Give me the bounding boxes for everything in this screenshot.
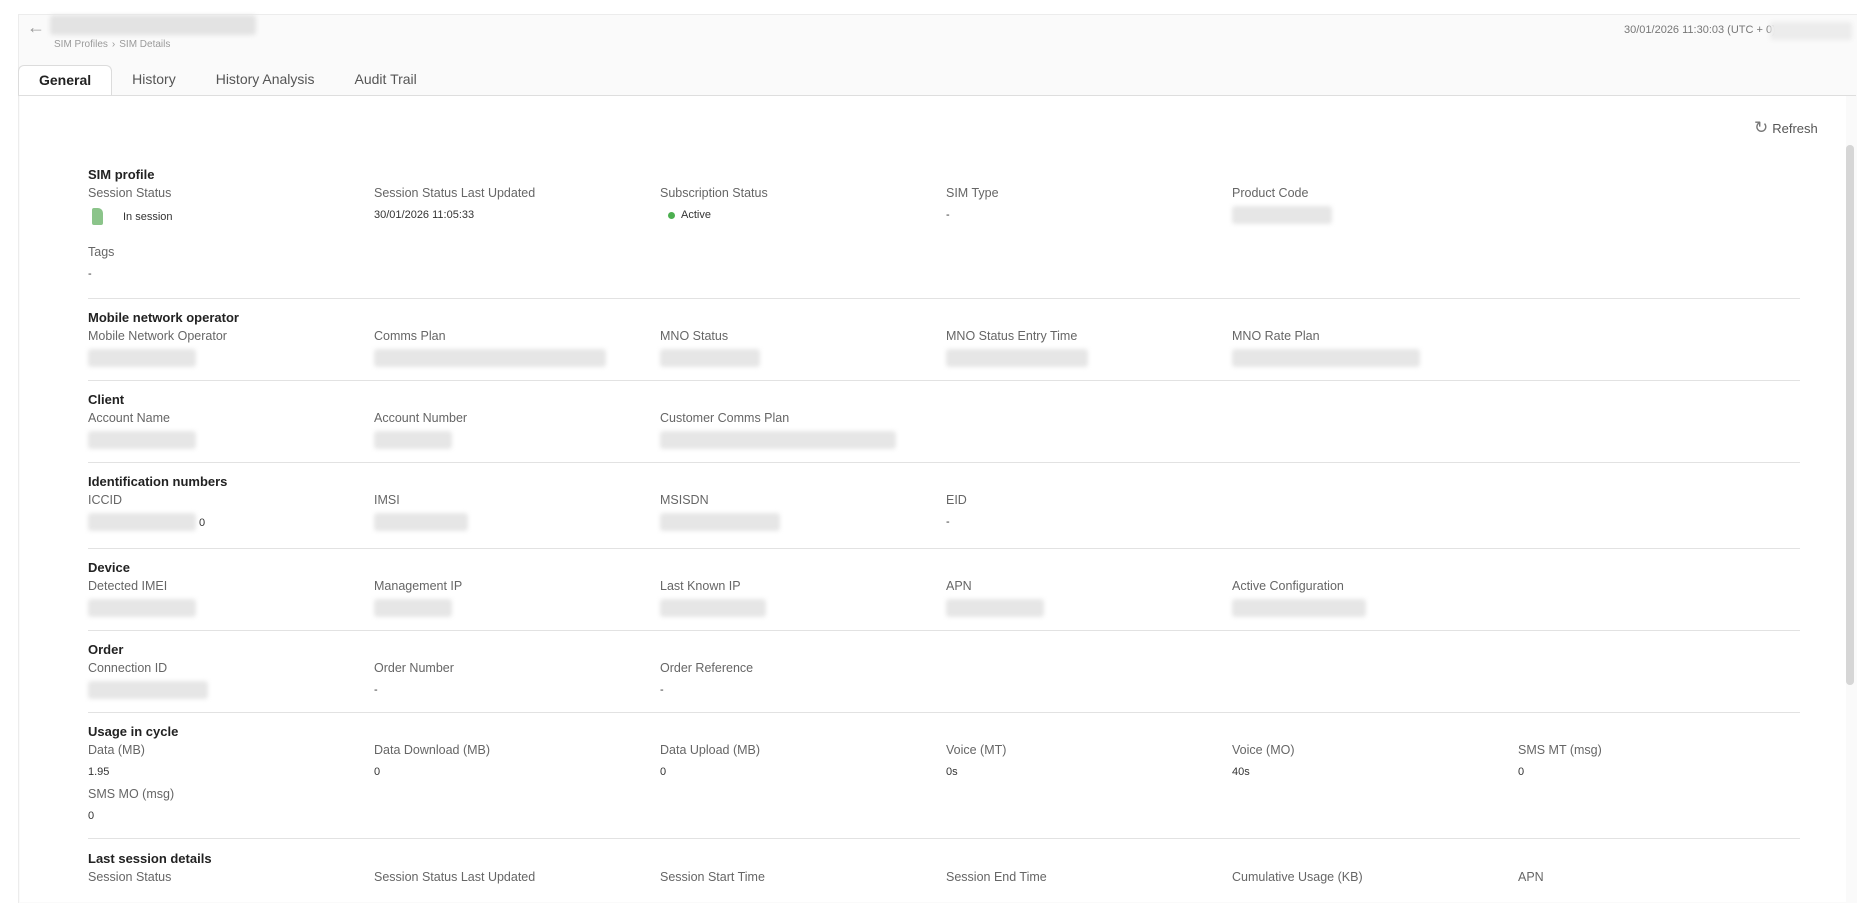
breadcrumb: SIM Profiles › SIM Details	[54, 39, 170, 50]
tab-audit-trail[interactable]: Audit Trail	[335, 65, 437, 95]
section-divider	[88, 630, 1800, 631]
redacted-value	[88, 513, 196, 531]
section-divider	[88, 380, 1800, 381]
refresh-icon: ↻	[1754, 118, 1769, 137]
redacted-value	[88, 681, 208, 699]
field-connection-id: Connection ID	[88, 661, 348, 699]
section-title: SIM profile	[88, 167, 155, 182]
field-session-start-time: Session Start Time	[660, 870, 765, 884]
section-title: Last session details	[88, 851, 212, 866]
field-session-end-time: Session End Time	[946, 870, 1047, 884]
redacted-value	[374, 513, 468, 531]
field-account-number: Account Number	[374, 411, 634, 449]
iccid-tail: 0	[199, 517, 206, 529]
redacted-value	[88, 599, 196, 617]
redacted-value	[374, 349, 606, 367]
sim-title-redacted	[50, 15, 256, 35]
field-account-name: Account Name	[88, 411, 348, 449]
field-detected-imei: Detected IMEI	[88, 579, 348, 617]
section-title: Usage in cycle	[88, 724, 179, 739]
field-sim-type: SIM Type -	[946, 186, 999, 221]
redacted-value	[1232, 349, 1420, 367]
field-mno-rate-plan: MNO Rate Plan	[1232, 329, 1492, 367]
tab-history[interactable]: History	[112, 65, 196, 95]
refresh-label: Refresh	[1772, 120, 1818, 136]
redacted-value	[374, 599, 452, 617]
redacted-value	[1232, 206, 1332, 224]
detail-tabs: General History History Analysis Audit T…	[18, 65, 437, 96]
subscription-status-value: Active	[681, 209, 711, 221]
sim-card-icon	[92, 208, 103, 225]
section-divider	[88, 548, 1800, 549]
redacted-value	[660, 513, 780, 531]
field-msisdn: MSISDN	[660, 493, 920, 531]
redacted-value	[88, 431, 196, 449]
field-apn: APN	[946, 579, 1206, 617]
breadcrumb-separator: ›	[111, 39, 116, 50]
field-session-status-last-updated: Session Status Last Updated 30/01/2026 1…	[374, 186, 536, 221]
field-active-configuration: Active Configuration	[1232, 579, 1492, 617]
status-dot-icon	[668, 211, 675, 219]
section-title: Order	[88, 642, 124, 657]
field-management-ip: Management IP	[374, 579, 634, 617]
field-order-reference: Order Reference -	[660, 661, 754, 696]
tab-history-analysis[interactable]: History Analysis	[196, 65, 335, 95]
field-data-mb: Data (MB) 1.95	[88, 743, 145, 778]
field-iccid: ICCID 0	[88, 493, 206, 531]
back-arrow-icon[interactable]: ←	[27, 17, 45, 38]
field-voice-mo: Voice (MO) 40s	[1232, 743, 1295, 778]
field-session-status: Session Status In session	[88, 186, 348, 225]
redacted-value	[946, 349, 1088, 367]
refresh-button[interactable]: ↻ Refresh	[1754, 118, 1818, 138]
user-menu-redacted[interactable]	[1770, 22, 1852, 40]
section-title: Mobile network operator	[88, 310, 239, 325]
field-subscription-status: Subscription Status Active	[660, 186, 768, 221]
section-divider	[88, 838, 1800, 839]
section-title: Client	[88, 392, 125, 407]
section-divider	[88, 298, 1800, 299]
redacted-value	[1232, 599, 1366, 617]
field-mno-status: MNO Status	[660, 329, 920, 367]
field-order-number: Order Number -	[374, 661, 454, 696]
field-sms-mo: SMS MO (msg) 0	[88, 787, 175, 822]
field-customer-comms-plan: Customer Comms Plan	[660, 411, 920, 449]
breadcrumb-sim-profiles[interactable]: SIM Profiles	[54, 39, 108, 50]
field-last-session-apn: APN	[1518, 870, 1544, 884]
field-data-upload: Data Upload (MB) 0	[660, 743, 761, 778]
field-last-session-status: Session Status	[88, 870, 172, 884]
field-last-known-ip: Last Known IP	[660, 579, 920, 617]
redacted-value	[88, 349, 196, 367]
field-product-code: Product Code	[1232, 186, 1492, 224]
field-mobile-network-operator: Mobile Network Operator	[88, 329, 348, 367]
session-status-value: In session	[123, 210, 173, 223]
field-last-session-status-updated: Session Status Last Updated	[374, 870, 536, 884]
section-divider	[88, 712, 1800, 713]
tab-general[interactable]: General	[18, 65, 113, 96]
redacted-value	[374, 431, 452, 449]
redacted-value	[660, 599, 766, 617]
section-title: Device	[88, 560, 130, 575]
section-divider	[88, 462, 1800, 463]
field-tags: Tags -	[88, 245, 115, 280]
redacted-value	[660, 431, 896, 449]
scrollbar-thumb[interactable]	[1846, 145, 1854, 685]
field-data-download: Data Download (MB) 0	[374, 743, 491, 778]
field-comms-plan: Comms Plan	[374, 329, 634, 367]
breadcrumb-sim-details: SIM Details	[119, 39, 171, 50]
field-eid: EID -	[946, 493, 967, 528]
field-voice-mt: Voice (MT) 0s	[946, 743, 1007, 778]
section-title: Identification numbers	[88, 474, 228, 489]
redacted-value	[660, 349, 760, 367]
field-cumulative-usage: Cumulative Usage (KB)	[1232, 870, 1363, 884]
redacted-value	[946, 599, 1044, 617]
field-sms-mt: SMS MT (msg) 0	[1518, 743, 1602, 778]
field-imsi: IMSI	[374, 493, 634, 531]
field-mno-status-entry-time: MNO Status Entry Time	[946, 329, 1206, 367]
server-timestamp: 30/01/2026 11:30:03 (UTC + 0)	[1624, 24, 1776, 36]
